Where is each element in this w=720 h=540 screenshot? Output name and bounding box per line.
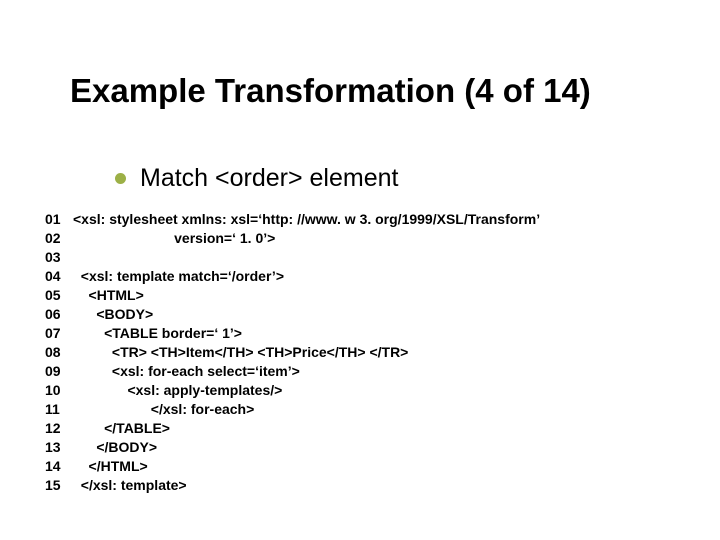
bullet-icon — [115, 173, 126, 184]
code-text: <xsl: stylesheet xmlns: xsl=‘http: //www… — [73, 210, 540, 229]
line-number: 05 — [45, 286, 73, 305]
code-line: 08 <TR> <TH>Item</TH> <TH>Price</TH> </T… — [45, 343, 540, 362]
bullet-text: Match <order> element — [140, 164, 398, 193]
code-text: <xsl: apply-templates/> — [73, 381, 282, 400]
code-line: 05 <HTML> — [45, 286, 540, 305]
bullet-item: Match <order> element — [115, 164, 398, 193]
code-line: 03 — [45, 248, 540, 267]
code-text: <TR> <TH>Item</TH> <TH>Price</TH> </TR> — [73, 343, 408, 362]
code-text: <HTML> — [73, 286, 144, 305]
line-number: 13 — [45, 438, 73, 457]
line-number: 04 — [45, 267, 73, 286]
code-text: version=‘ 1. 0’> — [73, 229, 275, 248]
code-text: </BODY> — [73, 438, 157, 457]
code-line: 13 </BODY> — [45, 438, 540, 457]
line-number: 03 — [45, 248, 73, 267]
code-block: 01<xsl: stylesheet xmlns: xsl=‘http: //w… — [45, 210, 540, 495]
slide: Example Transformation (4 of 14) Match <… — [0, 0, 720, 540]
code-line: 10 <xsl: apply-templates/> — [45, 381, 540, 400]
line-number: 10 — [45, 381, 73, 400]
code-text: </TABLE> — [73, 419, 170, 438]
code-line: 01<xsl: stylesheet xmlns: xsl=‘http: //w… — [45, 210, 540, 229]
code-line: 07 <TABLE border=‘ 1’> — [45, 324, 540, 343]
code-text: <xsl: for-each select=‘item’> — [73, 362, 300, 381]
line-number: 14 — [45, 457, 73, 476]
code-text: </xsl: for-each> — [73, 400, 254, 419]
line-number: 11 — [45, 400, 73, 419]
line-number: 08 — [45, 343, 73, 362]
line-number: 02 — [45, 229, 73, 248]
code-line: 12 </TABLE> — [45, 419, 540, 438]
code-text: <BODY> — [73, 305, 153, 324]
line-number: 15 — [45, 476, 73, 495]
code-line: 06 <BODY> — [45, 305, 540, 324]
code-text: <TABLE border=‘ 1’> — [73, 324, 242, 343]
code-text: </xsl: template> — [73, 476, 187, 495]
line-number: 12 — [45, 419, 73, 438]
line-number: 09 — [45, 362, 73, 381]
code-text: <xsl: template match=‘/order’> — [73, 267, 284, 286]
code-line: 11 </xsl: for-each> — [45, 400, 540, 419]
slide-title: Example Transformation (4 of 14) — [70, 72, 680, 110]
code-line: 15 </xsl: template> — [45, 476, 540, 495]
line-number: 06 — [45, 305, 73, 324]
line-number: 07 — [45, 324, 73, 343]
code-line: 02 version=‘ 1. 0’> — [45, 229, 540, 248]
code-line: 14 </HTML> — [45, 457, 540, 476]
code-text: </HTML> — [73, 457, 148, 476]
line-number: 01 — [45, 210, 73, 229]
code-line: 04 <xsl: template match=‘/order’> — [45, 267, 540, 286]
code-line: 09 <xsl: for-each select=‘item’> — [45, 362, 540, 381]
